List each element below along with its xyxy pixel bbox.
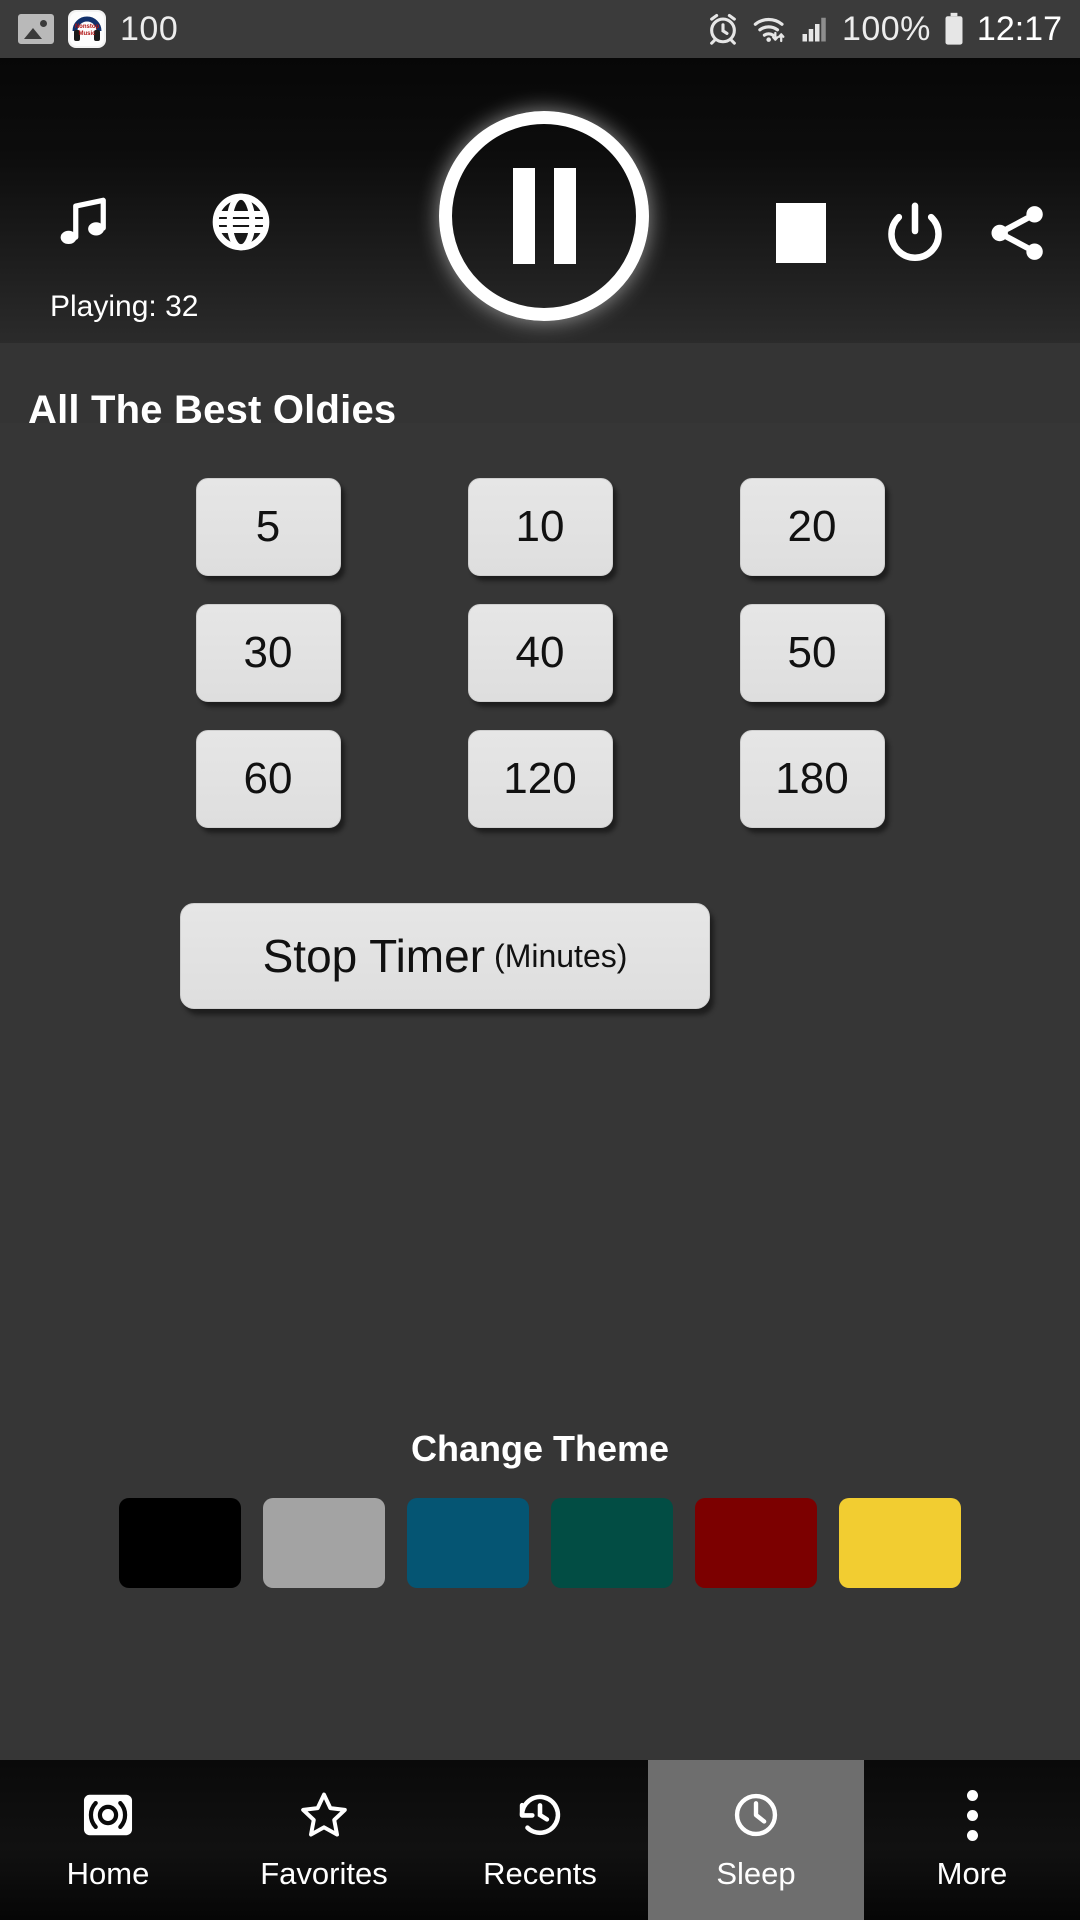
timer-button-50[interactable]: 50 xyxy=(739,604,885,702)
nav-label-sleep: Sleep xyxy=(716,1856,796,1891)
more-dots-glyph xyxy=(966,1789,978,1841)
image-icon xyxy=(18,14,54,44)
signal-icon xyxy=(802,17,826,42)
music-note-icon[interactable] xyxy=(48,186,120,258)
status-bar-left: Nonstop Music 100 xyxy=(18,10,178,48)
bottom-navigation-bar: Home Favorites Recents Sleep More xyxy=(0,1760,1080,1920)
history-glyph xyxy=(519,1794,561,1836)
stop-button[interactable] xyxy=(766,198,836,268)
app-badge-icon: Nonstop Music xyxy=(68,10,106,48)
nav-item-more[interactable]: More xyxy=(864,1760,1080,1920)
status-bar: Nonstop Music 100 100% 12:17 xyxy=(0,0,1080,58)
nav-label-home: Home xyxy=(66,1856,150,1891)
globe-glyph xyxy=(212,193,270,251)
theme-swatch-row xyxy=(0,1498,1080,1588)
svg-text:Nonstop: Nonstop xyxy=(75,24,100,30)
stop-timer-button[interactable]: Stop Timer (Minutes) xyxy=(180,903,710,1009)
nav-item-favorites[interactable]: Favorites xyxy=(216,1760,432,1920)
theme-swatch-black[interactable] xyxy=(119,1498,241,1588)
alarm-icon xyxy=(710,13,736,45)
power-icon xyxy=(888,202,942,261)
status-bar-right: 100% 12:17 xyxy=(706,12,1062,46)
nav-label-recents: Recents xyxy=(483,1856,597,1891)
player-header: Playing: 32 All The Best Oldies xyxy=(0,58,1080,481)
stop-timer-sublabel: (Minutes) xyxy=(494,937,628,974)
timer-row: 30 40 50 xyxy=(0,604,1080,702)
timer-button-10[interactable]: 10 xyxy=(467,478,613,576)
nav-item-sleep[interactable]: Sleep xyxy=(648,1760,864,1920)
playing-count-label: Playing: 32 xyxy=(50,290,199,323)
nav-label-favorites: Favorites xyxy=(260,1856,388,1891)
globe-icon[interactable] xyxy=(205,186,277,258)
pause-button[interactable] xyxy=(434,106,654,326)
more-vertical-icon xyxy=(966,1788,978,1842)
nav-label-more: More xyxy=(936,1856,1008,1891)
radio-icon xyxy=(83,1788,133,1842)
nav-item-home[interactable]: Home xyxy=(0,1760,216,1920)
star-glyph xyxy=(301,1792,347,1837)
timer-button-5[interactable]: 5 xyxy=(195,478,341,576)
clock-glyph xyxy=(734,1793,778,1837)
change-theme-label: Change Theme xyxy=(410,1428,670,1469)
power-button[interactable] xyxy=(878,196,952,270)
theme-swatch-green[interactable] xyxy=(551,1498,673,1588)
timer-button-40[interactable]: 40 xyxy=(467,604,613,702)
nonstop-music-logo-icon: Nonstop Music xyxy=(70,12,104,46)
music-note-glyph xyxy=(60,197,106,244)
svg-text:Music: Music xyxy=(78,31,96,37)
history-icon xyxy=(514,1788,566,1842)
share-icon xyxy=(991,206,1043,260)
theme-swatch-red[interactable] xyxy=(695,1498,817,1588)
nav-item-recents[interactable]: Recents xyxy=(432,1760,648,1920)
battery-icon xyxy=(945,12,963,45)
app-root: Nonstop Music 100 100% 12:17 Playing: 32… xyxy=(0,0,1080,1920)
timer-row: 5 10 20 xyxy=(0,478,1080,576)
star-icon xyxy=(298,1788,350,1842)
timer-button-60[interactable]: 60 xyxy=(195,730,341,828)
clock-time: 12:17 xyxy=(976,10,1062,48)
timer-row: 60 120 180 xyxy=(0,730,1080,828)
theme-swatch-yellow[interactable] xyxy=(839,1498,961,1588)
timer-button-120[interactable]: 120 xyxy=(467,730,613,828)
battery-percent: 100% xyxy=(841,10,931,48)
timer-button-30[interactable]: 30 xyxy=(195,604,341,702)
wifi-icon xyxy=(753,17,785,43)
timer-button-20[interactable]: 20 xyxy=(739,478,885,576)
timer-button-180[interactable]: 180 xyxy=(739,730,885,828)
clock-icon xyxy=(730,1788,782,1842)
share-button[interactable] xyxy=(980,196,1054,270)
pause-ring xyxy=(439,111,649,321)
sleep-timer-panel: 5 10 20 30 40 50 60 120 180 Stop Timer (… xyxy=(0,423,1080,1856)
pause-icon xyxy=(512,168,576,264)
theme-swatch-blue[interactable] xyxy=(407,1498,529,1588)
timer-duration-grid: 5 10 20 30 40 50 60 120 180 xyxy=(0,478,1080,828)
stop-timer-label: Stop Timer xyxy=(262,930,486,982)
stop-icon xyxy=(776,203,826,263)
theme-swatch-gray[interactable] xyxy=(263,1498,385,1588)
notification-count: 100 xyxy=(120,10,179,48)
radio-glyph xyxy=(83,1794,133,1836)
